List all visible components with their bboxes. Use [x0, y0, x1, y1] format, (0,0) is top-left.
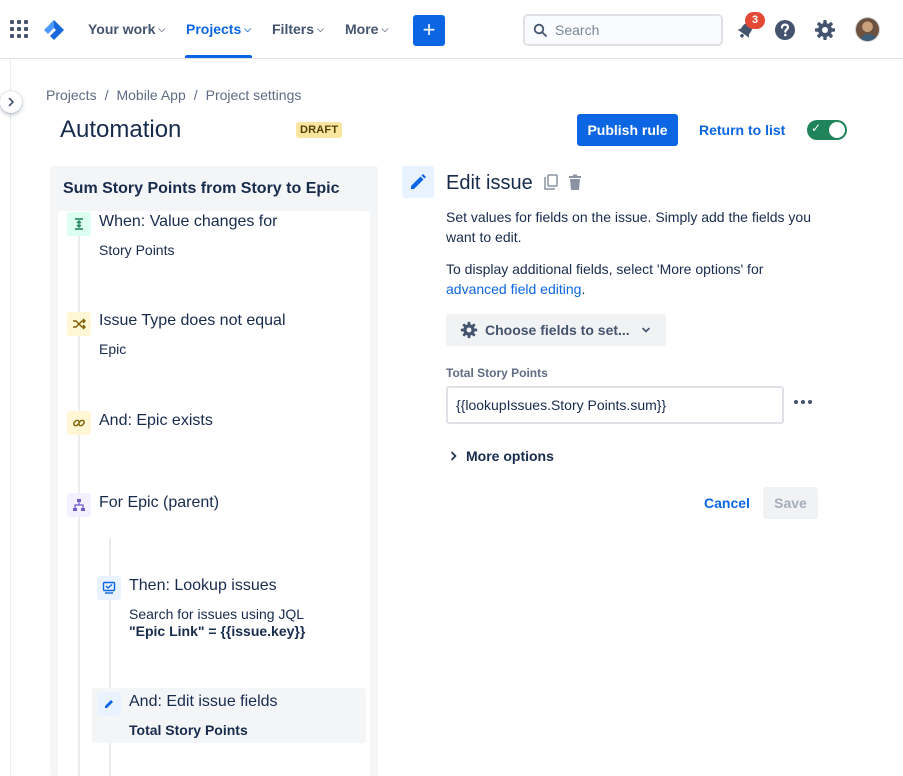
chevron-down-icon	[641, 327, 650, 333]
component-title: Then: Lookup issues	[129, 577, 277, 594]
component-title: And: Epic exists	[99, 412, 213, 429]
toggle-knob	[829, 122, 845, 138]
component-subtitle: Total Story Points	[129, 722, 248, 738]
status-badge: DRAFT	[296, 122, 343, 138]
rule-name: Sum Story Points from Story to Epic	[63, 180, 340, 197]
component-subtitle: Search for issues using JQL	[129, 606, 305, 622]
search-input[interactable]	[555, 22, 705, 38]
nav-more[interactable]: More ⌵	[345, 21, 388, 37]
editor-hint: To display additional fields, select 'Mo…	[446, 259, 826, 299]
jql-query: "Epic Link" = {{issue.key}}	[129, 623, 306, 639]
advanced-field-editing-link[interactable]: advanced field editing	[446, 281, 581, 297]
chevron-right-icon	[451, 451, 457, 461]
sidebar-rail	[0, 59, 11, 776]
editor-hint-suffix: .	[581, 281, 586, 297]
nav-your-work-label: Your work	[88, 21, 156, 37]
jira-logo-icon[interactable]	[43, 19, 65, 41]
publish-rule-button[interactable]: Publish rule	[577, 114, 678, 146]
link-icon	[67, 411, 91, 435]
breadcrumb-projects[interactable]: Projects	[46, 87, 97, 103]
chevron-down-icon: ⌵	[317, 23, 324, 34]
rule-enabled-toggle[interactable]: ✓	[807, 120, 847, 140]
gear-icon	[460, 321, 478, 339]
component-title: For Epic (parent)	[99, 494, 220, 511]
app-switcher-icon[interactable]	[10, 20, 30, 40]
nav-more-label: More	[345, 21, 379, 37]
page-title: Automation	[60, 116, 182, 143]
more-actions-icon[interactable]	[792, 392, 814, 412]
choose-fields-dropdown[interactable]: Choose fields to set...	[446, 314, 666, 346]
edit-issue-icon	[402, 166, 434, 198]
more-options-toggle[interactable]: More options	[450, 448, 554, 464]
chevron-down-icon: ⌵	[244, 23, 252, 34]
chevron-right-icon	[8, 97, 14, 107]
hierarchy-icon	[67, 493, 91, 517]
chevron-down-icon: ⌵	[158, 23, 166, 34]
return-to-list-link[interactable]: Return to list	[699, 122, 785, 138]
cancel-button[interactable]: Cancel	[700, 487, 754, 519]
component-title: When: Value changes for	[99, 213, 278, 230]
copy-icon[interactable]	[542, 173, 560, 191]
trigger-icon	[67, 212, 91, 236]
breadcrumb: Projects / Mobile App / Project settings	[46, 87, 301, 103]
nav-filters-label: Filters	[272, 21, 315, 37]
component-subtitle: Story Points	[99, 242, 175, 258]
total-story-points-input[interactable]	[446, 386, 784, 424]
nav-projects[interactable]: Projects ⌵	[186, 21, 251, 37]
editor-title: Edit issue	[446, 172, 533, 194]
trash-icon[interactable]	[566, 173, 584, 191]
help-icon[interactable]	[772, 17, 798, 43]
chevron-down-icon: ⌵	[381, 23, 389, 34]
choose-fields-label: Choose fields to set...	[485, 322, 630, 338]
component-title: And: Edit issue fields	[129, 693, 278, 710]
notification-count-badge: 3	[745, 12, 765, 29]
component-subtitle: Epic	[99, 341, 127, 357]
breadcrumb-mobile-app[interactable]: Mobile App	[116, 87, 185, 103]
create-button[interactable]: +	[413, 15, 445, 46]
search-field[interactable]	[523, 14, 723, 46]
field-label-total-story-points: Total Story Points	[446, 366, 548, 380]
breadcrumb-separator: /	[193, 87, 198, 103]
pencil-icon	[97, 692, 121, 716]
breadcrumb-separator: /	[104, 87, 109, 103]
nav-your-work[interactable]: Your work ⌵	[88, 21, 165, 37]
editor-hint-text: To display additional fields, select 'Mo…	[446, 261, 764, 277]
settings-icon[interactable]	[812, 17, 838, 43]
breadcrumb-project-settings[interactable]: Project settings	[206, 87, 302, 103]
top-navigation: Your work ⌵ Projects ⌵ Filters ⌵ More ⌵ …	[0, 0, 903, 59]
lookup-icon	[97, 576, 121, 600]
nav-projects-label: Projects	[186, 21, 242, 37]
avatar[interactable]	[855, 17, 880, 42]
search-icon	[533, 23, 547, 37]
save-button[interactable]: Save	[763, 487, 818, 519]
component-title: Issue Type does not equal	[99, 312, 286, 329]
editor-description: Set values for fields on the issue. Simp…	[446, 209, 811, 245]
check-icon: ✓	[811, 121, 822, 135]
expand-sidebar-button[interactable]	[0, 91, 22, 113]
shuffle-icon	[67, 312, 91, 336]
nav-filters[interactable]: Filters ⌵	[272, 21, 324, 37]
active-nav-indicator	[185, 55, 252, 58]
more-options-label: More options	[466, 448, 554, 464]
